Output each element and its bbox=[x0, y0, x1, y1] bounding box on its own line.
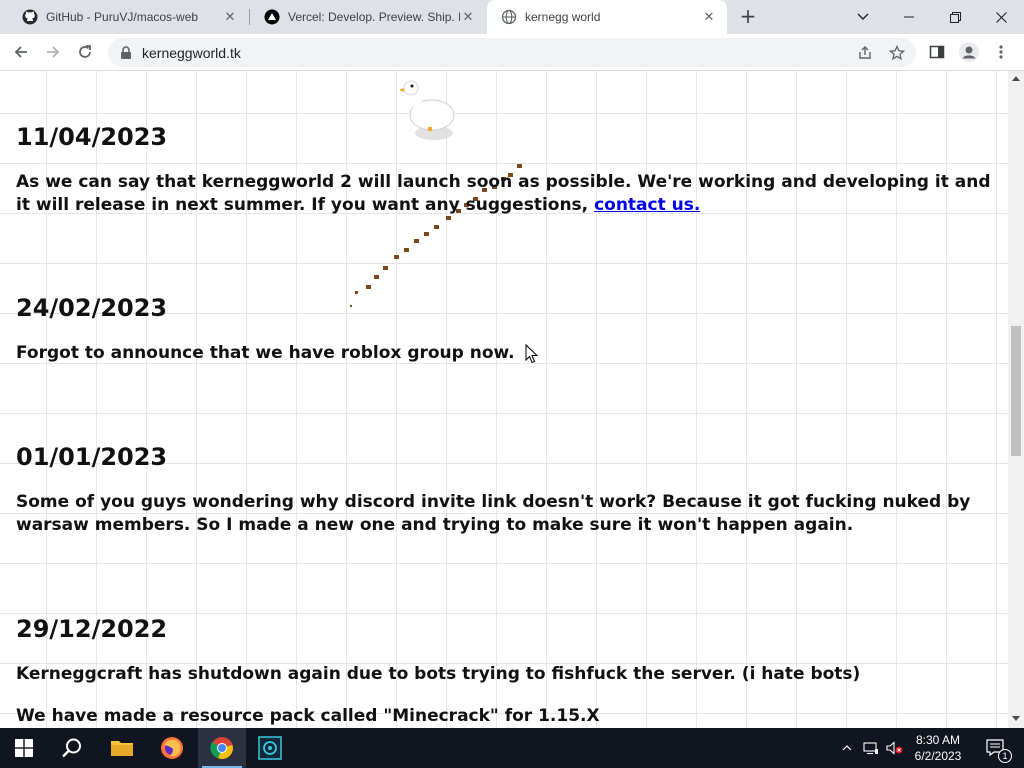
bookmark-star-icon[interactable] bbox=[886, 42, 908, 64]
profile-avatar[interactable] bbox=[956, 39, 982, 65]
firefox-icon[interactable] bbox=[148, 728, 196, 768]
forward-button[interactable] bbox=[40, 39, 66, 65]
tab-strip: GitHub - PuruVJ/macos-web ✕ Vercel: Deve… bbox=[0, 0, 1024, 34]
tab-title: GitHub - PuruVJ/macos-web bbox=[46, 10, 199, 24]
news-post: 24/02/2023 Forgot to announce that we ha… bbox=[16, 294, 996, 365]
post-date: 29/12/2022 bbox=[16, 615, 168, 643]
new-tab-button[interactable]: + bbox=[736, 5, 760, 29]
lock-icon[interactable] bbox=[120, 45, 132, 64]
browser-toolbar: kerneggworld.tk bbox=[0, 34, 1024, 71]
search-icon[interactable] bbox=[48, 728, 96, 768]
menu-kebab-icon[interactable] bbox=[988, 39, 1014, 65]
file-explorer-icon[interactable] bbox=[98, 728, 146, 768]
volume-muted-icon[interactable] bbox=[884, 728, 906, 768]
system-clock[interactable]: 8:30 AM 6/2/2023 bbox=[906, 732, 970, 764]
close-tab-icon[interactable]: ✕ bbox=[701, 9, 717, 25]
news-post: 11/04/2023 As we can say that kerneggwor… bbox=[16, 123, 996, 217]
scroll-down-arrow[interactable] bbox=[1012, 716, 1020, 721]
globe-icon bbox=[501, 9, 517, 25]
vercel-icon bbox=[264, 9, 280, 25]
tab-title: kernegg world bbox=[525, 10, 601, 24]
post-date: 24/02/2023 bbox=[16, 294, 168, 322]
post-text: As we can say that kerneggworld 2 will l… bbox=[16, 172, 991, 215]
tab-kernegg-world[interactable]: kernegg world ✕ bbox=[487, 0, 727, 34]
tab-title: Vercel: Develop. Preview. Ship. Fo bbox=[288, 10, 460, 24]
clock-time: 8:30 AM bbox=[915, 733, 961, 747]
github-icon bbox=[22, 9, 38, 25]
notification-center-icon[interactable]: 1 bbox=[978, 728, 1014, 768]
scroll-thumb[interactable] bbox=[1011, 326, 1021, 456]
post-body: As we can say that kerneggworld 2 will l… bbox=[16, 171, 996, 217]
post-body: Forgot to announce that we have roblox g… bbox=[16, 343, 515, 363]
side-panel-button[interactable] bbox=[924, 39, 950, 65]
tab-search-button[interactable] bbox=[840, 0, 886, 34]
post-body: We have made a resource pack called "Min… bbox=[16, 706, 600, 726]
restore-button[interactable] bbox=[932, 0, 978, 34]
notification-count-badge: 1 bbox=[998, 749, 1012, 763]
page-viewport: 11/04/2023 As we can say that kerneggwor… bbox=[0, 71, 1008, 728]
windows-logo-icon bbox=[15, 739, 33, 757]
mouse-cursor bbox=[525, 344, 539, 364]
post-body: Some of you guys wondering why discord i… bbox=[16, 492, 971, 535]
close-tab-icon[interactable]: ✕ bbox=[222, 9, 238, 25]
clock-date: 6/2/2023 bbox=[914, 749, 962, 763]
network-icon[interactable] bbox=[860, 728, 882, 768]
share-icon[interactable] bbox=[854, 42, 876, 64]
scroll-up-arrow[interactable] bbox=[1012, 76, 1020, 81]
address-bar[interactable]: kerneggworld.tk bbox=[108, 38, 916, 67]
minimize-button[interactable] bbox=[886, 0, 932, 34]
url-text[interactable]: kerneggworld.tk bbox=[142, 45, 241, 61]
start-button[interactable] bbox=[0, 728, 48, 768]
post-body: Kerneggcraft has shutdown again due to b… bbox=[16, 664, 861, 684]
reload-button[interactable] bbox=[72, 39, 98, 65]
show-hidden-icons-chevron[interactable] bbox=[838, 728, 856, 768]
chrome-icon[interactable] bbox=[198, 728, 246, 768]
tab-github[interactable]: GitHub - PuruVJ/macos-web ✕ bbox=[8, 0, 248, 34]
app-icon[interactable] bbox=[246, 728, 294, 768]
news-post: 29/12/2022 Kerneggcraft has shutdown aga… bbox=[16, 615, 996, 728]
post-date: 11/04/2023 bbox=[16, 123, 168, 151]
news-post: 01/01/2023 Some of you guys wondering wh… bbox=[16, 443, 996, 537]
vertical-scrollbar[interactable] bbox=[1008, 71, 1024, 728]
tab-vercel[interactable]: Vercel: Develop. Preview. Ship. Fo ✕ bbox=[250, 0, 486, 34]
back-button[interactable] bbox=[8, 39, 34, 65]
close-window-button[interactable] bbox=[978, 0, 1024, 34]
contact-us-link[interactable]: contact us. bbox=[594, 195, 700, 215]
windows-taskbar: 8:30 AM 6/2/2023 1 bbox=[0, 728, 1024, 768]
close-tab-icon[interactable]: ✕ bbox=[460, 9, 476, 25]
post-date: 01/01/2023 bbox=[16, 443, 168, 471]
